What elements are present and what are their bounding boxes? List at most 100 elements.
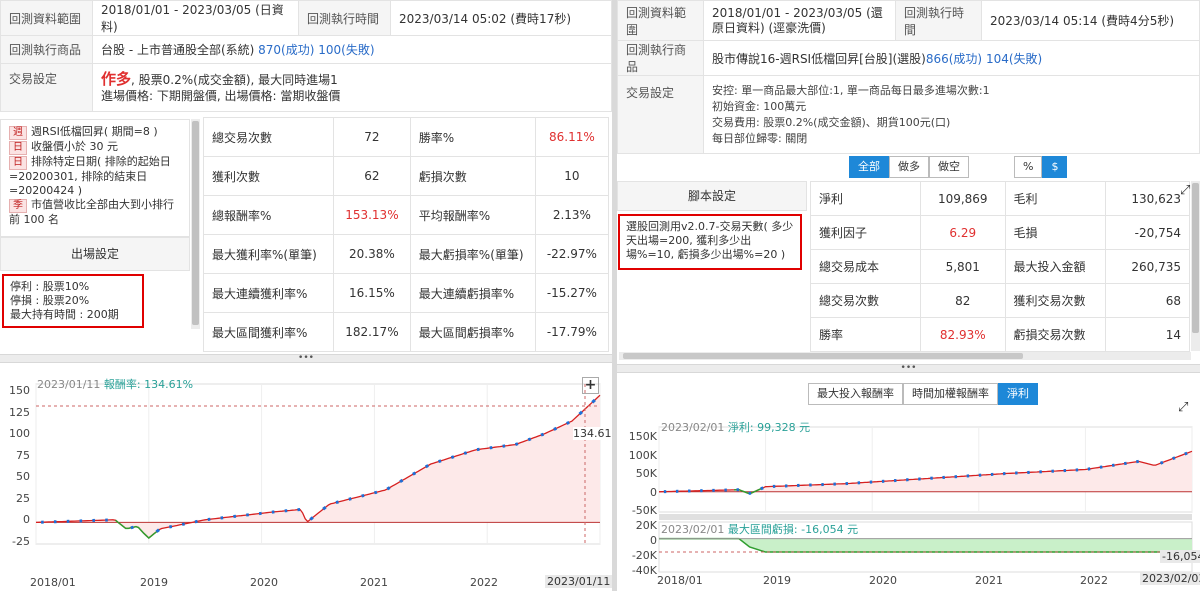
cond-1: 週週RSI低檔回昇( 期間=8 ) <box>9 125 181 140</box>
success-link[interactable]: 870(成功) <box>258 43 314 57</box>
stat-value: 2.13% <box>534 195 610 235</box>
stat-label: 平均報酬率% <box>409 195 536 235</box>
stats-row: 最大區間獲利率% 182.17% 最大區間虧損率% -17.79% <box>203 312 610 352</box>
stat-value: 260,735 <box>1104 249 1190 284</box>
right-splitter[interactable]: ••• <box>617 364 1200 373</box>
success-link[interactable]: 866(成功) <box>926 52 982 66</box>
drawdown-end-label: -16,054 <box>1160 550 1200 563</box>
fail-link[interactable]: 100(失敗) <box>318 43 374 57</box>
trade-label: 交易設定 <box>617 75 704 154</box>
tab-max-invest-return[interactable]: 最大投入報酬率 <box>808 383 903 405</box>
stat-label: 毛利 <box>1004 181 1106 216</box>
stat-label: 最大投入金額 <box>1004 249 1106 284</box>
net-profit-chart <box>658 426 1193 573</box>
unit-percent-button[interactable]: % <box>1014 156 1043 178</box>
script-settings: 選股回測用v2.0.7-交易天數( 多少天出場=200, 獲利多少出場%=10,… <box>618 214 802 270</box>
stat-label: 毛損 <box>1004 215 1106 250</box>
y-tick-label: 150 <box>9 384 30 397</box>
entry-conditions: 週週RSI低檔回昇( 期間=8 ) 日收盤價小於 30 元 日排除特定日期( 排… <box>0 119 190 237</box>
right-backtest-panel: 回測資料範圍 2018/01/01 - 2023/03/05 (還原日資料) (… <box>617 0 1200 591</box>
left-backtest-panel: 回測資料範圍 2018/01/01 - 2023/03/05 (日資料) 回測執… <box>0 0 612 591</box>
stats-row: 最大連續獲利率% 16.15% 最大連續虧損率% -15.27% <box>203 273 610 313</box>
trade-line: 初始資金: 100萬元 <box>712 99 807 113</box>
end-date-label: 2023/01/11 <box>545 575 612 588</box>
plus-icon[interactable]: + <box>582 377 599 394</box>
y-tick-label: 0 <box>650 485 657 499</box>
stat-value: 16.15% <box>333 273 411 313</box>
stat-value: 20.38% <box>333 234 411 274</box>
filter-short-button[interactable]: 做空 <box>929 156 969 178</box>
stat-value: 82 <box>920 283 1006 318</box>
stat-label: 最大區間獲利率% <box>203 312 334 352</box>
filter-all-button[interactable]: 全部 <box>849 156 889 178</box>
stat-label: 總交易次數 <box>810 283 921 318</box>
direction-toggle: 全部 做多 做空 <box>849 156 969 178</box>
y-tick-label: 100K <box>628 448 657 462</box>
x-tick-label: 2019 <box>763 574 791 587</box>
stat-value: -17.79% <box>534 312 610 352</box>
exit-line: 最大持有時間 : 200期 <box>10 308 119 321</box>
right-hscrollbar[interactable] <box>619 352 1191 360</box>
tab-net-profit[interactable]: 淨利 <box>998 383 1038 405</box>
y-tick-label: 50 <box>16 470 30 483</box>
hscroll-thumb[interactable] <box>623 353 1023 359</box>
trade-line: 每日部位歸零: 關閉 <box>712 131 808 145</box>
stat-value: -22.97% <box>534 234 610 274</box>
stat-label: 總交易次數 <box>203 117 334 157</box>
stat-label: 最大連續虧損率% <box>409 273 536 313</box>
stats-row: 勝率 82.93% 虧損交易次數 14 <box>810 317 1190 352</box>
left-splitter[interactable]: ••• <box>0 354 612 363</box>
x-tick-label: 2019 <box>140 576 168 589</box>
stat-label: 獲利次數 <box>203 156 334 196</box>
unit-dollar-button[interactable]: $ <box>1042 156 1068 178</box>
stats-row: 總交易成本 5,801 最大投入金額 260,735 <box>810 249 1190 284</box>
left-chart: 2023/01/11 報酬率: 134.61% + 150 125 100 75 50 2… <box>0 366 612 591</box>
y-tick-label: 125 <box>9 405 30 419</box>
right-stats-table: 淨利 109,869 毛利 130,623 獲利因子 6.29 毛損 -20,754 總交易成本… <box>810 181 1190 352</box>
stats-row: 總報酬率% 153.13% 平均報酬率% 2.13% <box>203 195 610 235</box>
return-chart <box>35 383 601 545</box>
scroll-thumb[interactable] <box>192 121 199 325</box>
dd-tick-label: 20K <box>635 519 657 532</box>
right-scrollbar[interactable] <box>1191 181 1200 351</box>
cond-4: 季市值營收比全部由大到小排行前 100 名 <box>9 198 174 226</box>
goods-value: 台股 - 上市普通股全部(系統) 870(成功) 100(失敗) <box>92 35 612 64</box>
stat-value: 68 <box>1104 283 1190 318</box>
x-tick-label: 2018/01 <box>30 576 76 589</box>
stat-value: 109,869 <box>920 181 1006 216</box>
time-label: 回測執行時間 <box>298 0 391 36</box>
fail-link[interactable]: 104(失敗) <box>986 52 1042 66</box>
stats-row: 獲利因子 6.29 毛損 -20,754 <box>810 215 1190 250</box>
right-chart: 2023/02/01 淨利: 99,328 元 2023/02/01 最大區間虧… <box>617 412 1200 591</box>
stat-value: 130,623 <box>1104 181 1190 216</box>
x-tick-label: 2021 <box>360 576 388 589</box>
unit-toggle: % $ <box>1014 156 1068 178</box>
filter-long-button[interactable]: 做多 <box>889 156 929 178</box>
chart-tabs: 最大投入報酬率 時間加權報酬率 淨利 <box>808 383 1038 405</box>
x-tick-label: 2020 <box>250 576 278 589</box>
left-scrollbar[interactable] <box>191 119 200 329</box>
x-tick-label: 2020 <box>869 574 897 587</box>
expand-icon[interactable]: ⤢ <box>1180 183 1190 198</box>
y-tick-label: 0 <box>23 513 30 526</box>
range-value: 2018/01/01 - 2023/03/05 (日資料) <box>92 0 299 36</box>
range-label: 回測資料範圍 <box>0 0 93 36</box>
stats-row: 淨利 109,869 毛利 130,623 <box>810 181 1190 216</box>
stat-label: 淨利 <box>810 181 921 216</box>
end-date-label: 2023/02/03 <box>1140 572 1200 585</box>
stat-value: 5,801 <box>920 249 1006 284</box>
stat-label: 最大連續獲利率% <box>203 273 334 313</box>
exit-line: 停損 : 股票20% <box>10 294 90 307</box>
x-tick-label: 2022 <box>470 576 498 589</box>
trade-label: 交易設定 <box>0 63 93 112</box>
scroll-thumb[interactable] <box>1192 183 1199 333</box>
goods-value: 股市傳說16-週RSI低檔回昇[台股](選股)866(成功) 104(失敗) <box>703 40 1200 76</box>
stat-value: 153.13% <box>333 195 411 235</box>
time-value: 2023/03/14 05:02 (費時17秒) <box>390 0 612 36</box>
y-tick-label: 100 <box>9 427 30 440</box>
y-tick-label: -50K <box>631 504 657 517</box>
trade-settings: 安控: 單一商品最大部位:1, 單一商品每日最多進場次數:1 初始資金: 100… <box>703 75 1200 154</box>
tab-time-weighted-return[interactable]: 時間加權報酬率 <box>903 383 998 405</box>
trade-settings: 作多, 股票0.2%(成交金額), 最大同時進場1 進場價格: 下期開盤價, 出場… <box>92 63 612 112</box>
time-label: 回測執行時間 <box>895 0 982 41</box>
